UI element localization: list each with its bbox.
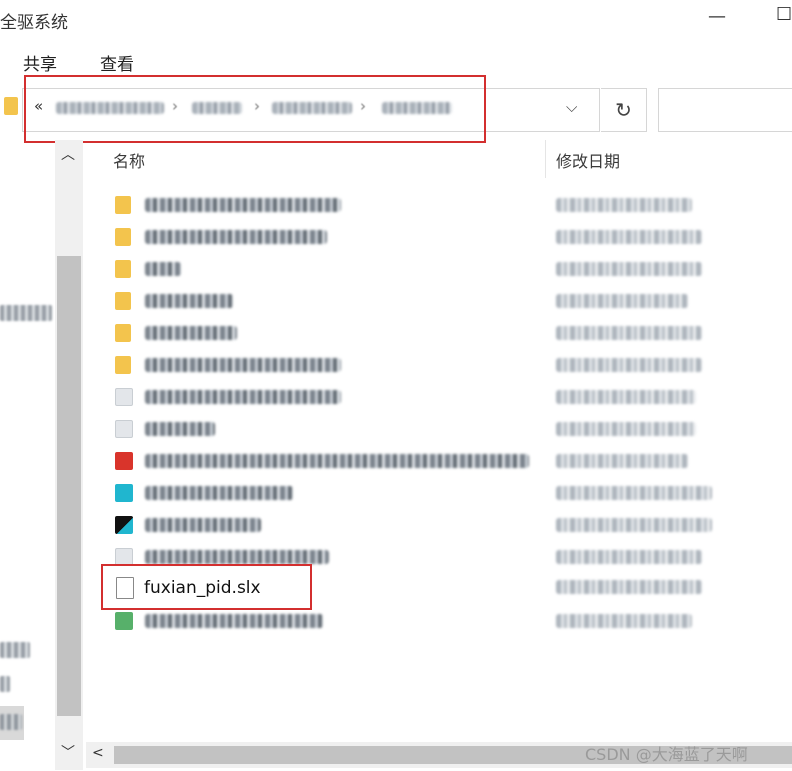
file-date-blurred: [556, 326, 702, 340]
chevron-down-icon[interactable]: ⌵: [566, 98, 577, 116]
file-name-blurred[interactable]: [145, 454, 529, 468]
file-name-blurred[interactable]: [145, 422, 215, 436]
menu-share[interactable]: 共享: [23, 50, 57, 75]
search-input[interactable]: [658, 88, 792, 132]
image-icon: [115, 516, 133, 534]
file-name-blurred[interactable]: [145, 550, 329, 564]
file-highlight-box: [101, 564, 312, 610]
nav-item-blurred[interactable]: [0, 642, 30, 658]
image-icon: [115, 484, 133, 502]
file-name-blurred[interactable]: [145, 262, 181, 276]
folder-icon: [115, 196, 131, 214]
nav-item-blurred[interactable]: [0, 305, 52, 321]
file-date-blurred: [556, 550, 702, 564]
nav-item-blurred[interactable]: [0, 714, 22, 730]
address-highlight-box: [24, 75, 486, 143]
folder-icon: [115, 260, 131, 278]
file-date-blurred: [556, 422, 696, 436]
folder-icon: [115, 292, 131, 310]
file-date-blurred: [556, 454, 688, 468]
file-name-blurred[interactable]: [145, 326, 237, 340]
file-name-blurred[interactable]: [145, 198, 341, 212]
window-title: 全驱系统: [0, 13, 68, 33]
folder-icon: [115, 324, 131, 342]
folder-icon: [115, 228, 131, 246]
file-date-blurred: [556, 518, 712, 532]
vertical-scrollbar-thumb[interactable]: [57, 256, 81, 716]
file-name-blurred[interactable]: [145, 614, 323, 628]
nav-item-blurred[interactable]: [0, 676, 10, 692]
watermark: CSDN @大海蓝了天啊: [585, 745, 748, 764]
file-icon: [115, 612, 133, 630]
file-date-blurred: [556, 390, 696, 404]
file-name-blurred[interactable]: [145, 518, 261, 532]
file-date-blurred: [556, 262, 702, 276]
maximize-icon[interactable]: ☐: [776, 4, 792, 25]
file-name-blurred[interactable]: [145, 358, 341, 372]
menu-view[interactable]: 查看: [100, 50, 134, 75]
minimize-icon[interactable]: —: [708, 6, 726, 27]
pdf-icon: [115, 452, 133, 470]
file-icon: [115, 420, 133, 438]
file-name-blurred[interactable]: [145, 230, 327, 244]
file-date-blurred: [556, 614, 692, 628]
file-name-blurred[interactable]: [145, 294, 233, 308]
file-date-blurred: [556, 486, 712, 500]
column-divider[interactable]: [545, 140, 546, 178]
file-date-blurred: [556, 580, 702, 594]
column-header-modified[interactable]: 修改日期: [556, 148, 620, 172]
file-date-blurred: [556, 358, 702, 372]
chevron-left-icon[interactable]: <: [92, 745, 104, 761]
file-icon: [115, 388, 133, 406]
file-date-blurred: [556, 198, 692, 212]
address-folder-icon: [4, 97, 18, 115]
file-date-blurred: [556, 294, 688, 308]
file-date-blurred: [556, 230, 702, 244]
chevron-up-icon[interactable]: ︿: [61, 144, 75, 164]
folder-icon: [115, 356, 131, 374]
column-header-name[interactable]: 名称: [113, 148, 145, 172]
chevron-down-icon[interactable]: ﹀: [61, 742, 75, 762]
file-name-blurred[interactable]: [145, 390, 341, 404]
refresh-icon[interactable]: ↻: [601, 88, 647, 132]
file-name-blurred[interactable]: [145, 486, 293, 500]
